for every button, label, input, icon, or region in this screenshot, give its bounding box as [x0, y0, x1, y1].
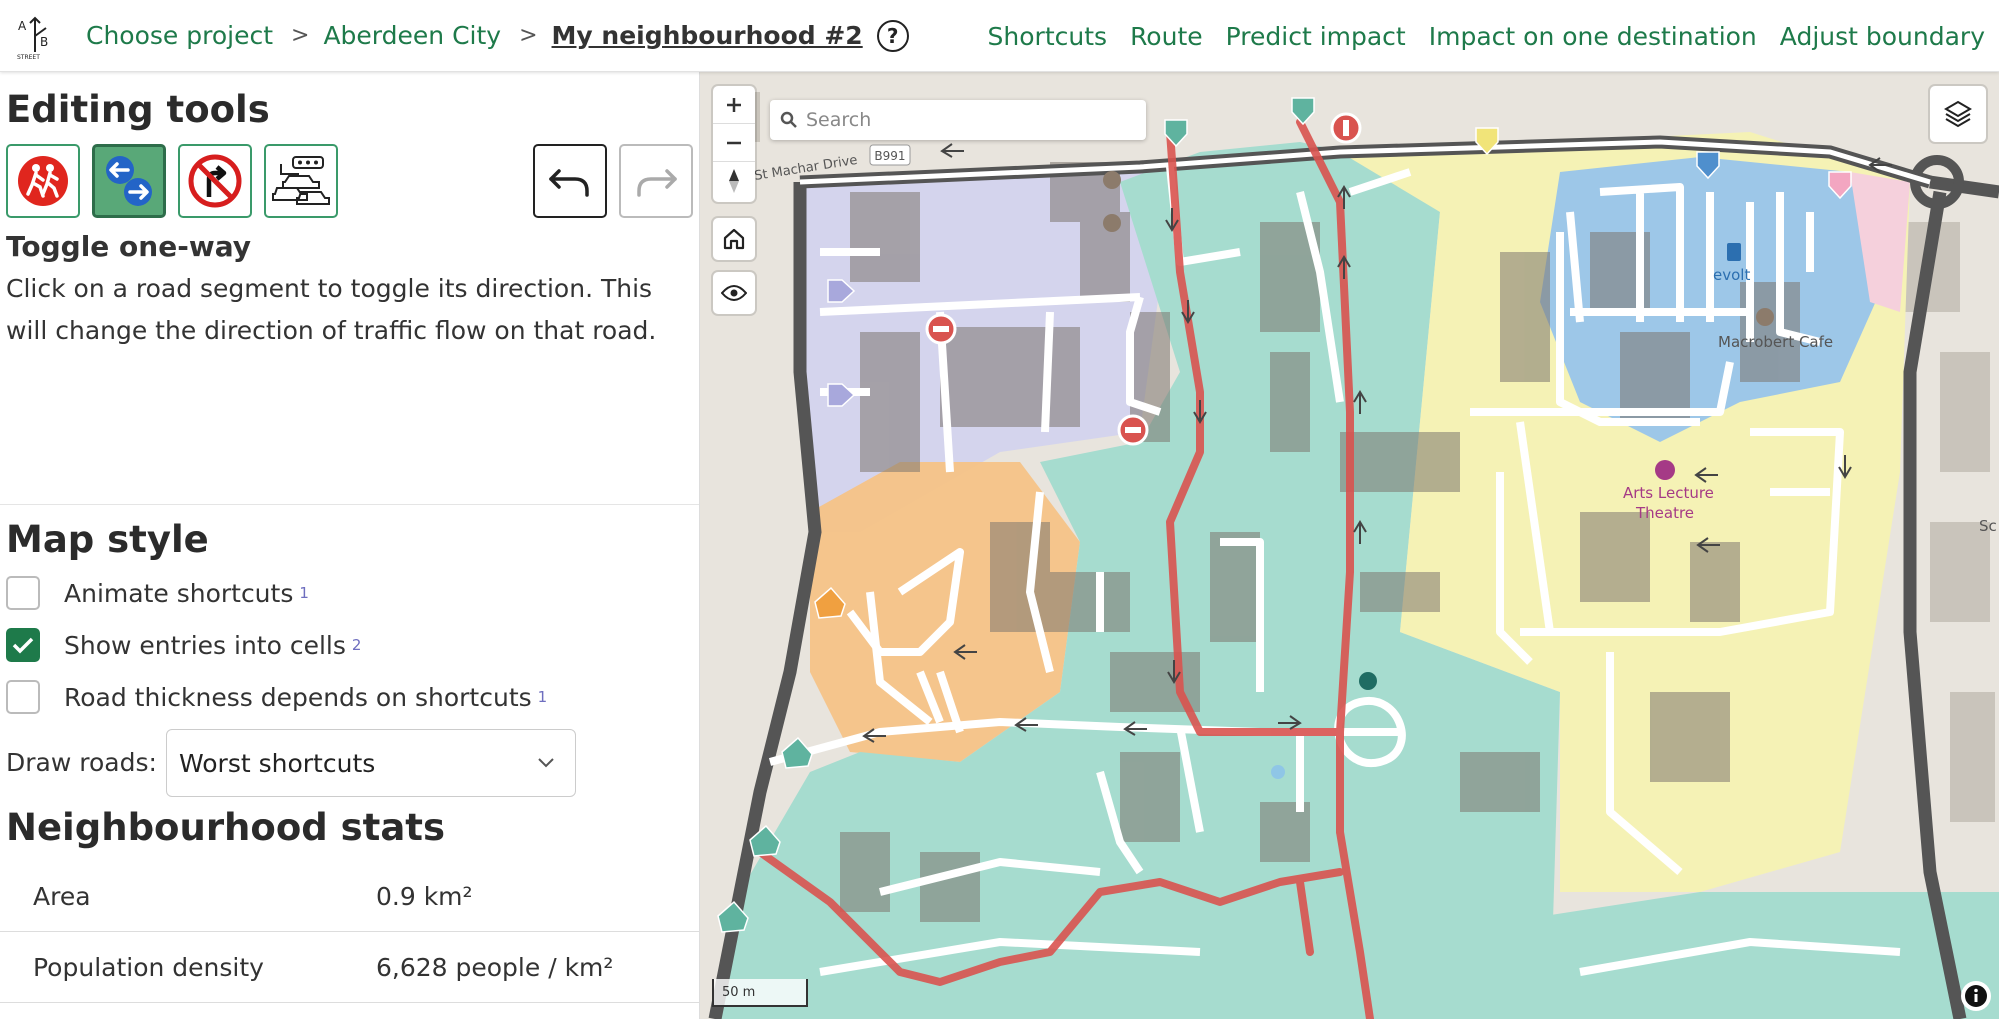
show-entries-option: Show entries into cells 2: [6, 628, 361, 662]
road-thickness-option: Road thickness depends on shortcuts 1: [6, 680, 547, 714]
svg-text:B: B: [40, 35, 48, 49]
zoom-in-button[interactable]: [713, 86, 755, 124]
poi-label-edge: Sc: [1979, 517, 1997, 535]
education-icon: [1359, 672, 1377, 690]
checkmark-icon: [12, 637, 34, 654]
chevron-down-icon: [538, 758, 554, 768]
breadcrumb-separator: >: [291, 23, 310, 48]
undo-icon: [549, 169, 589, 197]
main-road-tool-button[interactable]: [264, 144, 338, 218]
help-icon[interactable]: ?: [876, 19, 909, 52]
map-style-heading: Map style: [6, 518, 209, 561]
selected-tool-name: Toggle one-way: [6, 230, 251, 263]
draw-roads-select[interactable]: Worst shortcuts: [166, 729, 576, 797]
poi-label-theatre: Theatre: [1636, 504, 1695, 522]
home-icon: [723, 228, 745, 250]
editing-tools-heading: Editing tools: [6, 88, 270, 131]
breadcrumb: Choose project > Aberdeen City > My neig…: [86, 19, 909, 52]
poi-label-macrobert-cafe: Macrobert Cafe: [1718, 333, 1834, 351]
footnote-link[interactable]: 1: [299, 584, 309, 602]
top-bar: A B STREET Choose project > Aberdeen Cit…: [0, 0, 1999, 72]
animate-shortcuts-checkbox[interactable]: [6, 576, 40, 610]
show-entries-label: Show entries into cells: [64, 630, 346, 660]
show-entries-checkbox[interactable]: [6, 628, 40, 662]
theatre-icon: [1655, 460, 1675, 480]
breadcrumb-choose-project[interactable]: Choose project: [86, 21, 273, 50]
fuel-icon: [1727, 243, 1741, 261]
minus-icon: [727, 141, 741, 144]
nav-impact-on-one-destination[interactable]: Impact on one destination: [1429, 22, 1757, 51]
animate-shortcuts-option: Animate shortcuts 1: [6, 576, 309, 610]
toggle-one-way-tool-icon: [106, 156, 152, 206]
modal-filter-icon: [1117, 414, 1149, 446]
search-icon: [780, 111, 797, 128]
home-button[interactable]: [713, 218, 755, 260]
nav-route[interactable]: Route: [1130, 22, 1203, 51]
redo-button[interactable]: [619, 144, 693, 218]
nav-adjust-boundary[interactable]: Adjust boundary: [1780, 22, 1985, 51]
draw-roads-value: Worst shortcuts: [179, 748, 376, 778]
breadcrumb-aberdeen-city[interactable]: Aberdeen City: [323, 21, 501, 50]
eye-icon: [721, 285, 747, 301]
compass-icon: [729, 169, 739, 193]
poi-label-evolt: evolt: [1713, 266, 1751, 284]
layers-button[interactable]: [1930, 86, 1986, 142]
animate-shortcuts-label: Animate shortcuts: [64, 578, 294, 608]
toggle-one-way-tool-button[interactable]: [92, 144, 166, 218]
compass-button[interactable]: [713, 162, 755, 200]
main-road-tool-icon: [272, 156, 330, 205]
road-thickness-checkbox[interactable]: [6, 680, 40, 714]
stats-value: 6,628 people / km²: [376, 953, 614, 982]
poi-label-arts-lecture: Arts Lecture: [1623, 484, 1714, 502]
map-canvas[interactable]: B991 St Machar Drive: [700, 72, 1999, 1019]
zoom-out-button[interactable]: [713, 124, 755, 162]
svg-text:A: A: [18, 19, 27, 33]
selected-tool-description: Click on a road segment to toggle its di…: [6, 274, 657, 345]
cafe-icon: [1756, 308, 1774, 326]
redo-icon: [637, 169, 677, 197]
stats-row-area: Area 0.9 km²: [0, 862, 699, 932]
neighbourhood-stats-heading: Neighbourhood stats: [6, 806, 445, 849]
stats-row-population-density: Population density 6,628 people / km²: [0, 933, 699, 1003]
zoom-controls: [713, 86, 755, 202]
ab-street-logo[interactable]: A B STREET: [16, 12, 54, 61]
layers-icon: [1944, 100, 1972, 128]
modal-filter-icon: [1330, 112, 1362, 144]
stats-value: 0.9 km²: [376, 882, 473, 911]
plus-icon: [727, 97, 741, 112]
stats-label: Population density: [33, 953, 264, 982]
undo-button[interactable]: [533, 144, 607, 218]
footnote-link[interactable]: 2: [352, 636, 362, 654]
section-divider: [0, 504, 699, 505]
walking-zone-tool-icon: [18, 156, 68, 206]
map-view[interactable]: B991 St Machar Drive evolt Macrobert Caf…: [700, 72, 1999, 1019]
no-right-turn-tool-button[interactable]: [178, 144, 252, 218]
footnote-link[interactable]: 1: [538, 688, 548, 706]
walking-zone-tool-button[interactable]: [6, 144, 80, 218]
no-right-turn-tool-icon: [188, 154, 242, 208]
visibility-button[interactable]: [713, 272, 755, 314]
breadcrumb-separator: >: [519, 23, 538, 48]
nav-predict-impact[interactable]: Predict impact: [1226, 22, 1406, 51]
map-search-input[interactable]: [806, 109, 1126, 131]
pond-icon: [1271, 765, 1285, 779]
stats-label: Area: [33, 882, 91, 911]
svg-text:STREET: STREET: [17, 54, 40, 60]
attribution-info-button[interactable]: [1961, 981, 1991, 1011]
info-icon: [1965, 985, 1987, 1007]
modal-filter-icon: [925, 313, 957, 345]
road-thickness-label: Road thickness depends on shortcuts: [64, 682, 532, 712]
nav-shortcuts[interactable]: Shortcuts: [988, 22, 1108, 51]
road-ref-label: B991: [874, 149, 905, 163]
mode-nav: Shortcuts Route Predict impact Impact on…: [988, 0, 1985, 72]
current-project-name[interactable]: My neighbourhood #2: [552, 21, 863, 50]
draw-roads-label: Draw roads:: [6, 748, 157, 777]
map-search-box: [770, 100, 1146, 140]
scale-bar: 50 m: [712, 979, 808, 1007]
sidebar: Editing tools Toggle one-way Click on a …: [0, 72, 700, 1019]
